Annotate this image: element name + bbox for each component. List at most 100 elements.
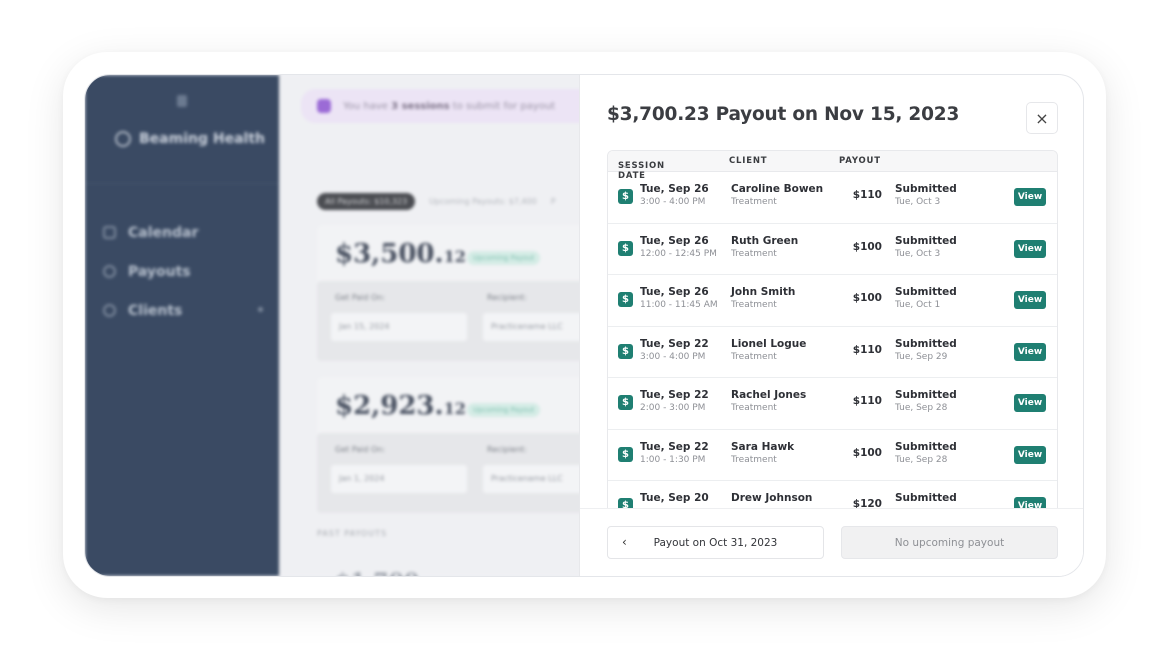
card-amount: $2,923.12 [335, 391, 466, 421]
session-time: 3:00 - 4:00 PM [640, 351, 706, 362]
payout-amount: $110 [852, 395, 882, 407]
sidebar-item-label: Clients [128, 302, 183, 319]
amount-cents: 12 [443, 247, 466, 266]
column-payout: PAYOUT [839, 156, 881, 166]
view-button[interactable]: View [1014, 445, 1046, 464]
payout-amount: $100 [852, 240, 882, 253]
view-button[interactable]: View [1014, 188, 1046, 206]
dollar-icon: $ [618, 292, 633, 307]
view-button[interactable]: View [1014, 342, 1046, 361]
table-row: $ Tue, Sep 22 2:00 - 3:00 PM Rachel Jones Tr… [608, 378, 1057, 430]
table-row: $ Tue, Sep 22 3:00 - 4:00 PM Lionel Logue Tr… [608, 327, 1057, 378]
client-name: Rachel Jones [731, 389, 807, 401]
sidebar-item-calendar[interactable]: Calendar [103, 213, 263, 252]
status-date: Tue, Oct 3 [895, 248, 941, 259]
sidebar-item-payouts[interactable]: Payouts [103, 252, 263, 291]
payout-detail-panel: $3,700.23 Payout on Nov 15, 2023 × SESSI… [579, 75, 1083, 576]
status-text: Submitted [895, 183, 957, 195]
past-payout-amount: $1,700 [335, 569, 419, 576]
get-paid-label: Get Paid On: [335, 293, 386, 302]
session-date: Tue, Sep 22 [640, 389, 709, 401]
filter-upcoming-payouts[interactable]: Upcoming Payouts: $7,400 [429, 197, 537, 206]
sidebar-item-clients[interactable]: Clients [103, 291, 263, 330]
next-payout-button: No upcoming payout [841, 526, 1058, 559]
status-text: Submitted [895, 389, 957, 401]
sidebar-nav: Calendar Payouts Clients [103, 213, 263, 330]
brand: Beaming Health [115, 131, 265, 147]
chevron-down-icon: ⌄ [622, 161, 630, 171]
chevron-down-icon [258, 307, 263, 312]
session-type: Treatment [731, 300, 777, 310]
session-type: Treatment [731, 351, 777, 362]
chevron-left-icon: ‹ [622, 535, 627, 549]
filter-all-payouts[interactable]: All Payouts: $10,323 [317, 193, 416, 210]
payout-filters: All Payouts: $10,323 Upcoming Payouts: $… [317, 193, 556, 210]
session-time: 12:00 - 12:45 PM [640, 248, 717, 259]
client-name: Sara Hawk [731, 440, 795, 453]
table-row: $ Tue, Sep 22 1:00 - 1:30 PM Sara Hawk Treat… [608, 430, 1057, 481]
view-button[interactable]: View [1014, 291, 1046, 309]
session-time: 11:00 - 11:45 AM [640, 300, 718, 310]
sidebar: Beaming Health Calendar Payouts Clients [85, 75, 279, 576]
session-type: Treatment [731, 454, 777, 465]
filter-past-payouts[interactable]: P [551, 197, 556, 206]
panel-title: $3,700.23 Payout on Nov 15, 2023 [607, 104, 960, 125]
past-payouts-heading: PAST PAYOUTS [317, 529, 388, 538]
client-name: Caroline Bowen [731, 183, 824, 195]
status-text: Submitted [895, 440, 957, 453]
session-date: Tue, Sep 22 [640, 440, 709, 453]
dollar-icon: $ [618, 446, 633, 462]
menu-icon[interactable] [177, 95, 187, 107]
previous-payout-button[interactable]: ‹ Payout on Oct 31, 2023 [607, 526, 824, 559]
status-badge: Upcoming Payout [467, 403, 541, 417]
card-amount: $3,500.12 [335, 239, 466, 269]
get-paid-label: Get Paid On: [335, 445, 386, 454]
table-body: $ Tue, Sep 26 3:00 - 4:00 PM Caroline Bowen… [608, 172, 1057, 510]
table-header: SESSION DATE ⌄ CLIENT PAYOUT [608, 151, 1057, 181]
get-paid-value: Jan 15, 2024 [331, 313, 467, 341]
session-time: 1:00 - 1:30 PM [640, 454, 706, 465]
view-button[interactable]: View [1014, 239, 1046, 258]
next-payout-label: No upcoming payout [894, 536, 1005, 549]
get-paid-value: Jan 1, 2024 [331, 465, 467, 493]
session-type: Treatment [731, 248, 777, 259]
view-button[interactable]: View [1014, 394, 1046, 412]
client-name: Ruth Green [731, 234, 799, 247]
session-time: 3:00 - 4:00 PM [640, 197, 706, 207]
banner-suffix: to submit for payout [449, 100, 556, 112]
dollar-icon: $ [618, 189, 633, 204]
brand-name: Beaming Health [139, 131, 265, 147]
amount-cents: 12 [443, 399, 466, 418]
dollar-icon: $ [618, 395, 633, 410]
dollar-circle-icon [103, 265, 116, 278]
banner-prefix: You have [343, 100, 392, 112]
app-screen: Beaming Health Calendar Payouts Clients [84, 74, 1084, 577]
amount-dollars: $3,500. [335, 239, 444, 269]
session-date: Tue, Sep 20 [640, 492, 709, 504]
status-date: Tue, Sep 29 [895, 351, 948, 362]
dollar-icon: $ [618, 343, 633, 359]
payout-amount: $110 [852, 189, 882, 201]
session-date: Tue, Sep 26 [640, 286, 709, 298]
client-name: Lionel Logue [731, 337, 807, 350]
status-text: Submitted [895, 337, 957, 350]
brand-logo-icon [115, 131, 131, 147]
column-client: CLIENT [729, 156, 768, 166]
session-date: Tue, Sep 22 [640, 337, 709, 350]
dollar-icon: $ [618, 240, 633, 256]
table-row: $ Tue, Sep 26 12:00 - 12:45 PM Ruth Green Tr… [608, 224, 1057, 275]
session-time: 2:00 - 3:00 PM [640, 403, 706, 413]
session-type: Treatment [731, 403, 777, 413]
close-button[interactable]: × [1026, 102, 1058, 134]
close-icon: × [1035, 108, 1049, 128]
banner-text: You have 3 sessions to submit for payout [343, 101, 555, 112]
session-date: Tue, Sep 26 [640, 234, 709, 247]
client-name: John Smith [731, 286, 796, 298]
status-date: Tue, Sep 28 [895, 403, 948, 413]
table-row: $ Tue, Sep 20 Drew Johnson $120 Submitted Vie… [608, 481, 1057, 510]
banner-count: 3 sessions [391, 100, 450, 112]
sessions-table: SESSION DATE ⌄ CLIENT PAYOUT $ Tue, Sep 26… [607, 150, 1058, 510]
amount-dollars: $2,923. [335, 391, 444, 421]
table-row: $ Tue, Sep 26 3:00 - 4:00 PM Caroline Bowen… [608, 172, 1057, 224]
session-date: Tue, Sep 26 [640, 183, 709, 195]
